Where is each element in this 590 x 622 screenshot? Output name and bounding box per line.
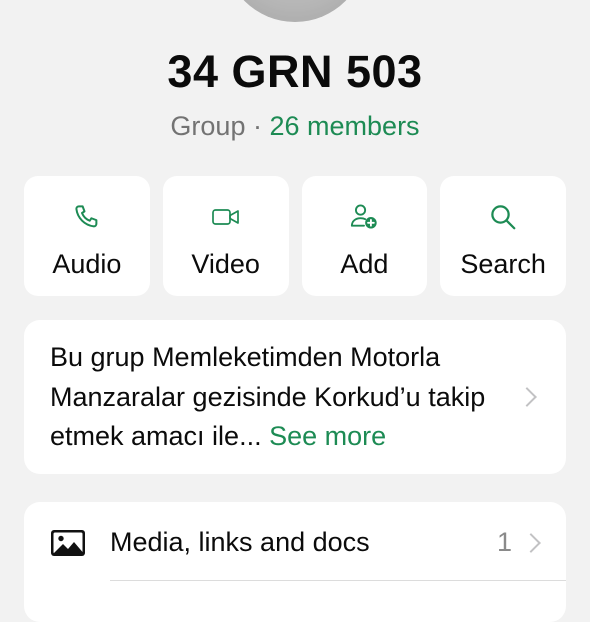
media-links-docs-row[interactable]: Media, links and docs 1 [24, 502, 566, 622]
search-button[interactable]: Search [440, 176, 566, 296]
see-more-link[interactable]: See more [269, 421, 386, 451]
add-label: Add [340, 249, 389, 279]
separator-dot: · [252, 111, 262, 141]
row-divider [110, 580, 566, 581]
members-link[interactable]: 26 members [270, 111, 420, 141]
audio-label: Audio [52, 249, 122, 279]
group-name: 34 GRN 503 [167, 46, 423, 97]
group-kind: Group [170, 111, 246, 141]
group-description: Bu grup Memleketimden Motorla Manzaralar… [50, 338, 510, 457]
group-description-card[interactable]: Bu grup Memleketimden Motorla Manzaralar… [24, 320, 566, 474]
add-member-icon [349, 202, 379, 232]
action-bar: Audio Video Add Search [24, 176, 566, 296]
search-icon [488, 202, 518, 232]
chevron-right-icon [521, 533, 541, 553]
video-call-button[interactable]: Video [162, 176, 289, 296]
chevron-right-icon [517, 387, 537, 407]
group-avatar[interactable] [224, 0, 366, 22]
media-links-docs-label: Media, links and docs [110, 527, 370, 557]
phone-icon [72, 202, 102, 232]
description-text: Bu grup Memleketimden Motorla Manzaralar… [50, 342, 486, 451]
group-subtitle: Group · 26 members [0, 108, 590, 144]
video-label: Video [191, 249, 260, 279]
media-count: 1 [496, 527, 512, 557]
add-member-button[interactable]: Add [301, 176, 428, 296]
video-icon [211, 202, 241, 232]
photo-icon [50, 528, 86, 558]
search-label: Search [460, 249, 546, 279]
audio-call-button[interactable]: Audio [24, 176, 150, 296]
